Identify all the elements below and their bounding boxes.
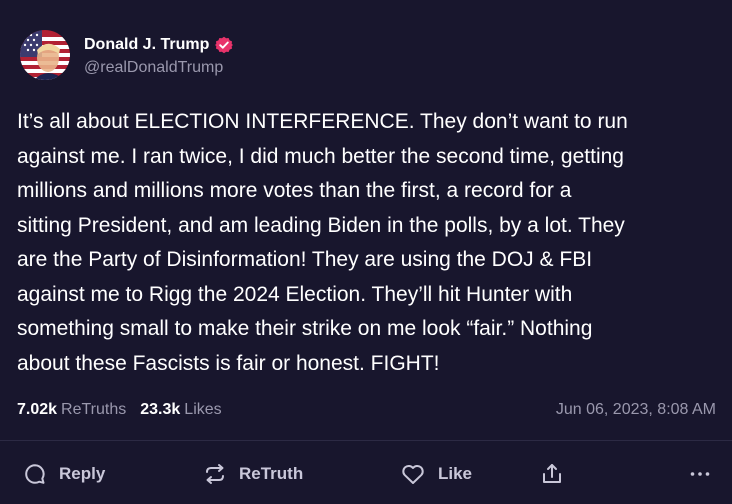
more-icon: [688, 462, 712, 486]
post-stats: 7.02k ReTruths 23.3k Likes Jun 06, 2023, 8…: [17, 401, 716, 419]
likes-label: Likes: [184, 401, 222, 418]
action-bar: Reply ReTruth Like: [23, 457, 712, 491]
retruth-icon: [203, 462, 227, 486]
share-button[interactable]: [540, 462, 580, 486]
divider: [0, 440, 732, 441]
likes-stat[interactable]: 23.3k Likes: [140, 401, 221, 419]
verified-badge-icon: [215, 36, 234, 54]
truth-post: Donald J. Trump @realDonaldTrump It’s al…: [0, 0, 732, 504]
retruth-button[interactable]: ReTruth: [203, 462, 400, 486]
avatar[interactable]: [20, 30, 70, 80]
comment-icon: [23, 462, 47, 486]
likes-count: 23.3k: [140, 401, 181, 418]
share-icon: [540, 462, 564, 486]
more-button[interactable]: [688, 462, 712, 486]
like-label: Like: [438, 464, 473, 483]
retruths-stat[interactable]: 7.02k ReTruths: [17, 401, 126, 419]
retruths-label: ReTruths: [61, 401, 127, 418]
post-timestamp[interactable]: Jun 06, 2023, 8:08 AM: [556, 401, 716, 419]
display-name[interactable]: Donald J. Trump: [84, 36, 209, 54]
post-header: Donald J. Trump @realDonaldTrump: [20, 30, 234, 80]
author-names: Donald J. Trump @realDonaldTrump: [84, 33, 234, 77]
handle[interactable]: @realDonaldTrump: [84, 59, 233, 77]
heart-icon: [400, 462, 426, 486]
like-button[interactable]: Like: [400, 462, 540, 486]
reply-label: Reply: [59, 464, 106, 483]
reply-button[interactable]: Reply: [23, 462, 203, 486]
retruths-count: 7.02k: [17, 401, 58, 418]
name-row: Donald J. Trump: [84, 33, 234, 57]
retruth-label: ReTruth: [239, 464, 304, 483]
post-text: It’s all about ELECTION INTERFERENCE. Th…: [17, 110, 628, 375]
